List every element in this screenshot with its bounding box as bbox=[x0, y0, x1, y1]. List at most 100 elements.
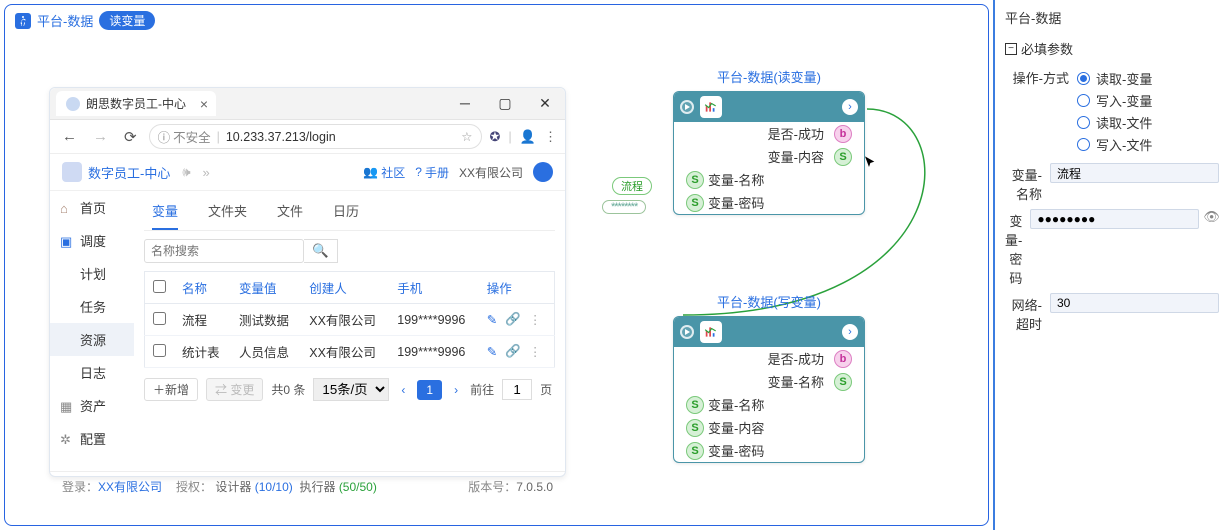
tab-close-icon[interactable]: × bbox=[200, 96, 208, 112]
chart-icon bbox=[700, 321, 722, 343]
radio-read-var[interactable]: 读取-变量 bbox=[1077, 69, 1219, 88]
goto-page-input[interactable] bbox=[502, 379, 532, 400]
edit-icon[interactable]: ✎ bbox=[487, 312, 497, 327]
th-phone[interactable]: 手机 bbox=[389, 272, 479, 304]
timeout-input[interactable] bbox=[1050, 293, 1219, 313]
link-icon[interactable]: 🔗 bbox=[505, 344, 521, 359]
port-out-name[interactable]: S bbox=[834, 373, 852, 391]
bookmark-icon[interactable]: ☆ bbox=[461, 129, 472, 144]
port-in-name[interactable]: S bbox=[686, 396, 704, 414]
th-value[interactable]: 变量值 bbox=[231, 272, 301, 304]
port-in-content[interactable]: S bbox=[686, 419, 704, 437]
th-name[interactable]: 名称 bbox=[174, 272, 231, 304]
radio-write-file[interactable]: 写入-文件 bbox=[1077, 135, 1219, 154]
sidenav-asset[interactable]: 资产 bbox=[50, 389, 134, 422]
arrow-right-icon[interactable]: › bbox=[842, 99, 858, 115]
browser-tab[interactable]: 朗思数字员工-中心 × bbox=[56, 91, 216, 116]
radio-write-var[interactable]: 写入-变量 bbox=[1077, 91, 1219, 110]
insecure-icon: ⓘ bbox=[158, 127, 171, 146]
manual-link[interactable]: ?手册 bbox=[415, 164, 449, 181]
search-input[interactable] bbox=[144, 239, 304, 263]
more-icon[interactable]: ⋮ bbox=[529, 344, 542, 359]
address-bar[interactable]: ⓘ不安全 | 10.233.37.213/login ☆ bbox=[149, 124, 482, 149]
row-checkbox[interactable] bbox=[153, 312, 166, 325]
tab-file[interactable]: 文件 bbox=[277, 197, 303, 230]
nav-refresh-icon[interactable]: ⟳ bbox=[120, 126, 141, 148]
port-in-pass[interactable]: S bbox=[686, 194, 704, 212]
port-in-pass[interactable]: S bbox=[686, 442, 704, 460]
table-row[interactable]: 统计表 人员信息 XX有限公司 199****9996 ✎🔗⋮ bbox=[145, 336, 555, 368]
th-creator[interactable]: 创建人 bbox=[301, 272, 389, 304]
breadcrumb-pill[interactable]: 读变量 bbox=[99, 11, 155, 30]
gear-icon bbox=[60, 432, 74, 446]
var-pass-input[interactable] bbox=[1030, 209, 1199, 229]
edit-icon[interactable]: ✎ bbox=[487, 344, 497, 359]
window-close-icon[interactable]: ✕ bbox=[525, 95, 565, 112]
next-page-icon[interactable]: › bbox=[450, 383, 462, 397]
play-icon[interactable] bbox=[680, 325, 694, 339]
table-row[interactable]: 流程 测试数据 XX有限公司 199****9996 ✎🔗⋮ bbox=[145, 304, 555, 336]
th-ops: 操作 bbox=[479, 272, 555, 304]
op-mode-label: 操作-方式 bbox=[1005, 66, 1077, 87]
collapse-icon[interactable]: » bbox=[203, 165, 210, 180]
login-company[interactable]: XX有限公司 bbox=[98, 480, 162, 494]
page-1-button[interactable]: 1 bbox=[417, 380, 442, 400]
chip-var-pass[interactable]: ******** bbox=[602, 200, 646, 214]
people-icon: 👥 bbox=[363, 165, 378, 179]
help-icon: ? bbox=[415, 165, 422, 179]
nav-forward-icon[interactable]: → bbox=[89, 126, 112, 147]
search-button[interactable]: 🔍 bbox=[304, 239, 338, 263]
arrow-right-icon[interactable]: › bbox=[842, 324, 858, 340]
required-section-header[interactable]: −必填参数 bbox=[1005, 39, 1219, 58]
select-all-checkbox[interactable] bbox=[153, 280, 166, 293]
avatar[interactable] bbox=[533, 162, 553, 182]
nav-back-icon[interactable]: ← bbox=[58, 126, 81, 147]
prev-page-icon[interactable]: ‹ bbox=[397, 383, 409, 397]
breadcrumb-title: 平台-数据 bbox=[37, 11, 93, 30]
eye-icon[interactable]: 👁 bbox=[1203, 209, 1220, 225]
sidenav-plan[interactable]: 计划 bbox=[50, 257, 134, 290]
sidenav-config[interactable]: 配置 bbox=[50, 422, 134, 455]
window-minimize-icon[interactable]: ─ bbox=[445, 95, 485, 112]
var-name-input[interactable] bbox=[1050, 163, 1219, 183]
tab-variable[interactable]: 变量 bbox=[152, 197, 178, 230]
port-in-name[interactable]: S bbox=[686, 171, 704, 189]
profile-icon[interactable]: 👤 bbox=[520, 129, 536, 145]
favicon-icon bbox=[66, 97, 80, 111]
sidenav-home[interactable]: 首页 bbox=[50, 191, 134, 224]
node-write[interactable]: › 是否-成功b 变量-名称S S变量-名称 S变量-内容 S变量-密码 bbox=[673, 316, 865, 463]
chip-var-name[interactable]: 流程 bbox=[612, 177, 652, 195]
community-link[interactable]: 👥社区 bbox=[363, 164, 405, 181]
tab-folder[interactable]: 文件夹 bbox=[208, 197, 247, 230]
more-icon[interactable]: ⋮ bbox=[529, 312, 542, 327]
port-out-success[interactable]: b bbox=[834, 350, 852, 368]
node-read[interactable]: › 是否-成功b 变量-内容S S变量-名称 S变量-密码 流程 *******… bbox=[673, 91, 865, 215]
extension-icon[interactable]: ✪ bbox=[490, 129, 501, 145]
variable-table: 名称 变量值 创建人 手机 操作 流程 测试数据 bbox=[144, 271, 555, 368]
link-icon[interactable]: 🔗 bbox=[505, 312, 521, 327]
sidenav-task[interactable]: 任务 bbox=[50, 290, 134, 323]
sound-icon[interactable]: 🕪 bbox=[182, 164, 190, 180]
port-out-content[interactable]: S bbox=[834, 148, 852, 166]
row-checkbox[interactable] bbox=[153, 344, 166, 357]
sidenav-schedule[interactable]: 调度 bbox=[50, 224, 134, 257]
page-title: 数字员工-中心 bbox=[88, 163, 170, 182]
play-icon[interactable] bbox=[680, 100, 694, 114]
tab-calendar[interactable]: 日历 bbox=[333, 197, 359, 230]
radio-read-file[interactable]: 读取-文件 bbox=[1077, 113, 1219, 132]
grid-icon bbox=[60, 399, 74, 413]
port-out-success[interactable]: b bbox=[834, 125, 852, 143]
panel-title: 平台-数据 bbox=[1005, 4, 1219, 31]
page-size-select[interactable]: 15条/页 bbox=[313, 378, 389, 401]
sidenav-log[interactable]: 日志 bbox=[50, 356, 134, 389]
mouse-cursor-icon bbox=[863, 155, 879, 171]
sidenav-resource[interactable]: 资源 bbox=[50, 323, 134, 356]
walk-icon bbox=[15, 13, 31, 29]
kebab-menu-icon[interactable]: ⋮ bbox=[544, 129, 557, 145]
insecure-label: 不安全 bbox=[173, 127, 211, 146]
change-button[interactable]: ⇄ 变更 bbox=[206, 378, 263, 401]
cube-icon bbox=[60, 234, 74, 248]
add-button[interactable]: ＋新增 bbox=[144, 378, 198, 401]
window-maximize-icon[interactable]: ▢ bbox=[485, 95, 525, 112]
chart-icon bbox=[700, 96, 722, 118]
